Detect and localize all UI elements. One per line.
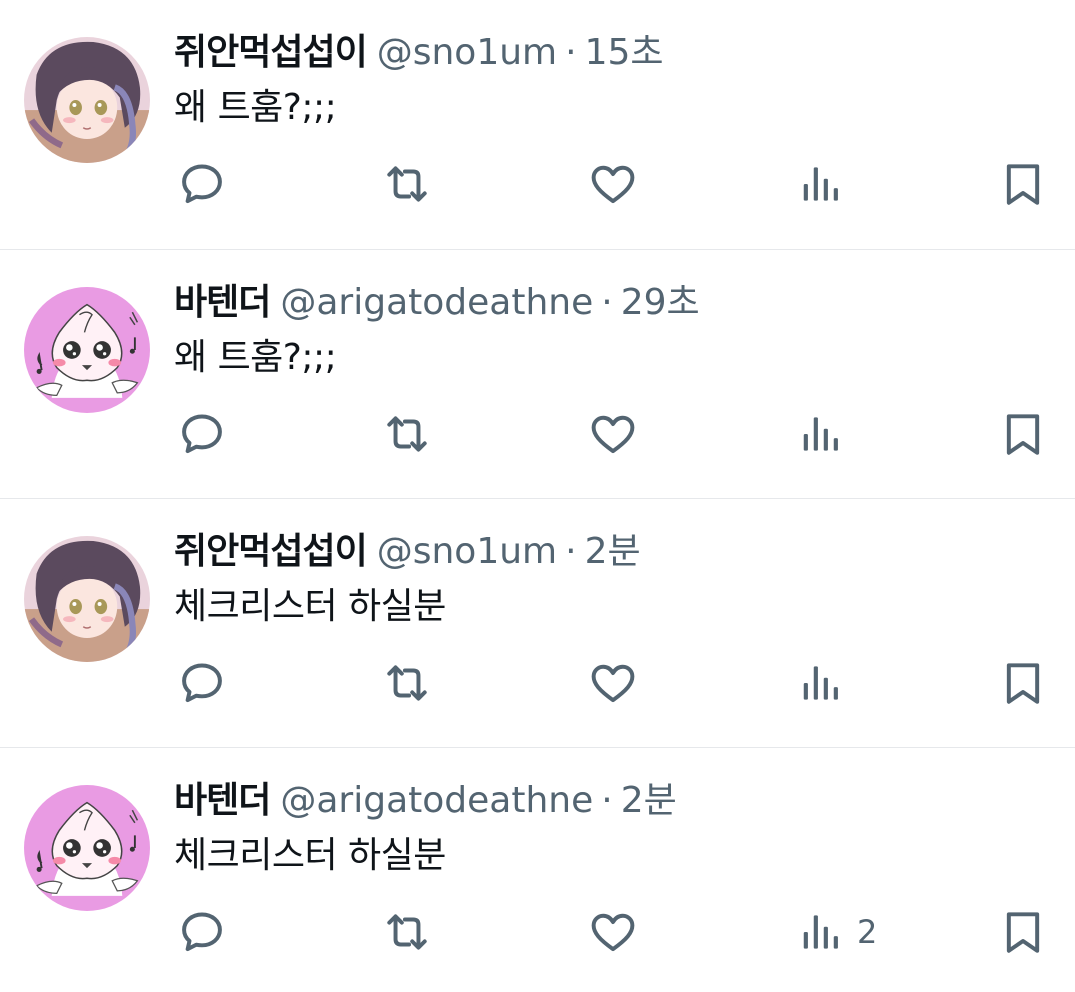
reply-icon	[177, 159, 227, 209]
avatar[interactable]	[24, 785, 150, 911]
like-button[interactable]	[588, 404, 638, 464]
display-name[interactable]: 바텐더	[174, 282, 271, 323]
bookmark-button[interactable]	[998, 653, 1048, 713]
like-icon	[588, 907, 638, 957]
retweet-icon	[382, 159, 432, 209]
bookmark-icon	[998, 159, 1048, 209]
reply-icon	[177, 409, 227, 459]
separator: ·	[565, 531, 577, 572]
tweet-text: 체크리스터 하실분	[174, 586, 446, 627]
user-handle[interactable]: @arigatodeathne	[280, 780, 593, 821]
views-button[interactable]	[795, 154, 857, 214]
timestamp[interactable]: 2분	[621, 780, 677, 821]
tweet-actions	[0, 653, 1075, 713]
tweet-header: 바텐더 @arigatodeathne · 29초	[174, 280, 700, 326]
avatar[interactable]	[24, 287, 150, 413]
anime-girl-avatar	[24, 37, 150, 163]
display-name[interactable]: 바텐더	[174, 780, 271, 821]
retweet-button[interactable]	[382, 902, 432, 962]
tweet-text: 왜 트훔?;;;	[174, 87, 337, 128]
tweet-header: 쥐안먹섭섭이 @sno1um · 15초	[174, 30, 664, 76]
display-name[interactable]: 쥐안먹섭섭이	[174, 531, 368, 572]
reply-button[interactable]	[177, 902, 227, 962]
tweet-actions	[0, 154, 1075, 214]
reply-icon	[177, 907, 227, 957]
views-button[interactable]	[795, 653, 857, 713]
bookmark-button[interactable]	[998, 404, 1048, 464]
like-button[interactable]	[588, 653, 638, 713]
reply-button[interactable]	[177, 154, 227, 214]
tweet-header: 쥐안먹섭섭이 @sno1um · 2분	[174, 529, 641, 575]
bookmark-button[interactable]	[998, 154, 1048, 214]
user-handle[interactable]: @arigatodeathne	[280, 282, 593, 323]
views-button[interactable]: 2	[795, 902, 877, 962]
like-icon	[588, 409, 638, 459]
tweet[interactable]: 쥐안먹섭섭이 @sno1um · 15초 왜 트훔?;;;	[0, 0, 1075, 249]
tweet-actions: 2	[0, 902, 1075, 962]
retweet-icon	[382, 658, 432, 708]
views-button[interactable]	[795, 404, 857, 464]
views-icon	[795, 159, 845, 209]
tweet-actions	[0, 404, 1075, 464]
pink-peach-character-avatar	[24, 287, 150, 413]
tweet[interactable]: 바텐더 @arigatodeathne · 29초 왜 트훔?;;;	[0, 249, 1075, 498]
separator: ·	[601, 780, 613, 821]
reply-button[interactable]	[177, 653, 227, 713]
tweet-text: 체크리스터 하실분	[174, 835, 446, 876]
separator: ·	[565, 32, 577, 73]
user-handle[interactable]: @sno1um	[377, 32, 557, 73]
retweet-button[interactable]	[382, 404, 432, 464]
tweet-feed: 쥐안먹섭섭이 @sno1um · 15초 왜 트훔?;;; 바텐더 @arigatode…	[0, 0, 1075, 992]
like-icon	[588, 658, 638, 708]
pink-peach-character-avatar	[24, 785, 150, 911]
reply-button[interactable]	[177, 404, 227, 464]
bookmark-icon	[998, 409, 1048, 459]
views-icon	[795, 409, 845, 459]
like-icon	[588, 159, 638, 209]
views-count: 2	[857, 913, 878, 951]
retweet-button[interactable]	[382, 653, 432, 713]
retweet-button[interactable]	[382, 154, 432, 214]
like-button[interactable]	[588, 902, 638, 962]
avatar[interactable]	[24, 37, 150, 163]
tweet[interactable]: 쥐안먹섭섭이 @sno1um · 2분 체크리스터 하실분	[0, 498, 1075, 747]
timestamp[interactable]: 29초	[621, 282, 700, 323]
user-handle[interactable]: @sno1um	[377, 531, 557, 572]
display-name[interactable]: 쥐안먹섭섭이	[174, 32, 368, 73]
views-icon	[795, 658, 845, 708]
anime-girl-avatar	[24, 536, 150, 662]
tweet-text: 왜 트훔?;;;	[174, 337, 337, 378]
like-button[interactable]	[588, 154, 638, 214]
retweet-icon	[382, 907, 432, 957]
retweet-icon	[382, 409, 432, 459]
tweet-header: 바텐더 @arigatodeathne · 2분	[174, 778, 677, 824]
timestamp[interactable]: 2분	[585, 531, 641, 572]
bookmark-icon	[998, 907, 1048, 957]
bookmark-icon	[998, 658, 1048, 708]
reply-icon	[177, 658, 227, 708]
timestamp[interactable]: 15초	[585, 32, 664, 73]
views-icon	[795, 907, 845, 957]
bookmark-button[interactable]	[998, 902, 1048, 962]
separator: ·	[601, 282, 613, 323]
tweet[interactable]: 바텐더 @arigatodeathne · 2분 체크리스터 하실분 2	[0, 747, 1075, 992]
avatar[interactable]	[24, 536, 150, 662]
